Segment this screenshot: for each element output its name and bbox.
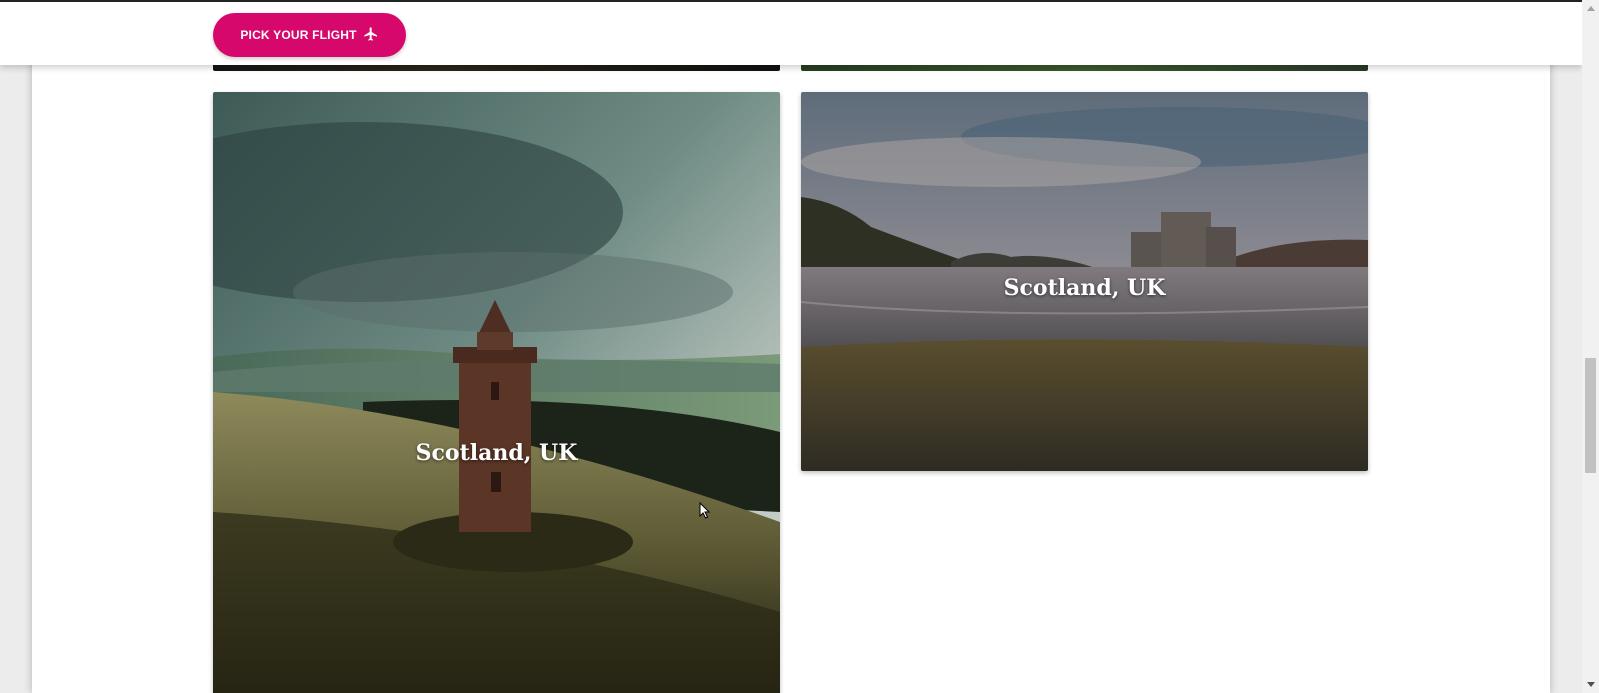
cta-label: PICK YOUR FLIGHT	[240, 28, 357, 42]
scrollbar-thumb[interactable]	[1585, 358, 1596, 473]
destination-photo	[213, 92, 780, 693]
vertical-scrollbar[interactable]	[1582, 0, 1599, 693]
chevron-up-icon[interactable]	[1582, 0, 1599, 17]
mouse-cursor-icon	[699, 502, 711, 519]
top-header-bar: PICK YOUR FLIGHT	[0, 0, 1582, 65]
card-caption: Scotland, UK	[415, 440, 578, 466]
destination-card[interactable]: Scotland, UK	[801, 92, 1368, 471]
pick-your-flight-button[interactable]: PICK YOUR FLIGHT	[213, 13, 406, 57]
airplane-icon	[363, 26, 379, 45]
viewport: Scotland, UK Scotland, UK PICK YOUR FLIG…	[0, 0, 1582, 693]
destination-card[interactable]: Scotland, UK	[213, 92, 780, 693]
card-caption: Scotland, UK	[1003, 275, 1166, 301]
chevron-down-icon[interactable]	[1582, 676, 1599, 693]
